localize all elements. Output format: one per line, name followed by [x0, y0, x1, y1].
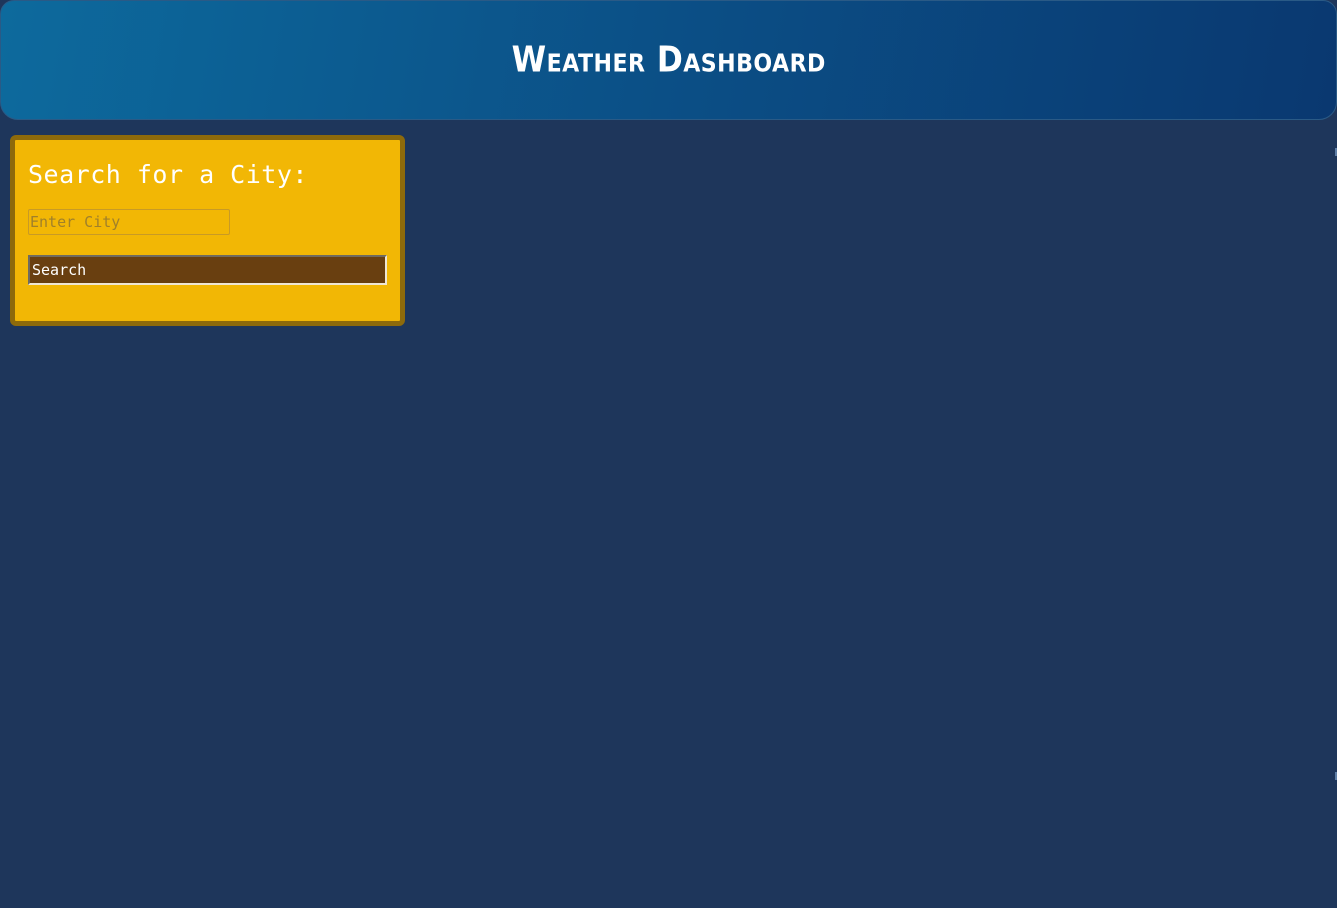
- page-header: Weather Dashboard: [0, 0, 1337, 120]
- search-heading: Search for a City:: [28, 160, 308, 189]
- city-search-input[interactable]: [28, 209, 230, 235]
- search-button[interactable]: Search: [28, 255, 387, 285]
- page-title: Weather Dashboard: [511, 39, 826, 81]
- search-panel: Search for a City: Search: [10, 135, 405, 326]
